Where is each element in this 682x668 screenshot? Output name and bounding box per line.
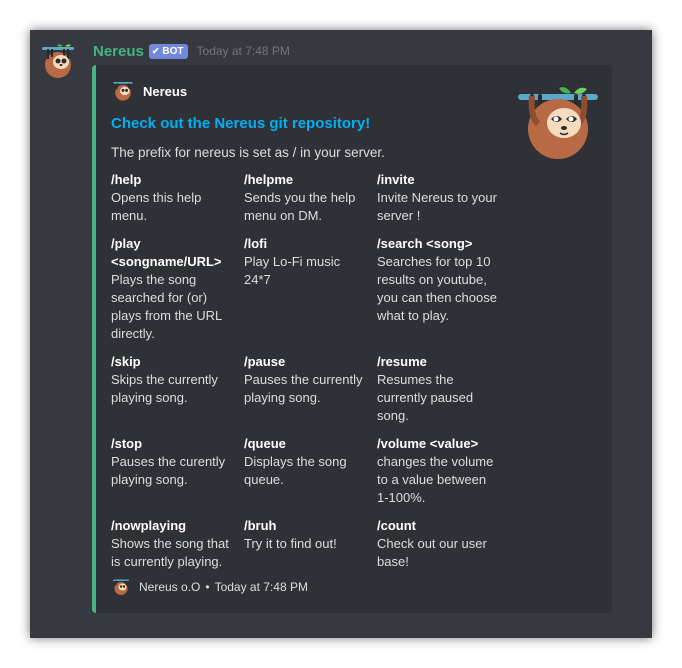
bot-badge: ✔ BOT — [148, 43, 188, 59]
field-bruh: /bruh Try it to find out! — [244, 517, 366, 553]
field-help: /help Opens this help menu. — [111, 171, 233, 225]
field-name: /stop — [111, 436, 143, 451]
field-name: /count — [377, 518, 416, 533]
field-value: Displays the song queue. — [244, 454, 347, 487]
bot-badge-label: BOT — [162, 45, 184, 57]
field-name: /helpme — [244, 172, 294, 187]
field-value: Play Lo-Fi music 24*7 — [244, 254, 341, 287]
field-pause: /pause Pauses the currently playing song… — [244, 353, 366, 407]
footer-timestamp: Today at 7:48 PM — [214, 580, 308, 594]
field-name: /help — [111, 172, 142, 187]
field-lofi: /lofi Play Lo-Fi music 24*7 — [244, 235, 366, 289]
field-value: Invite Nereus to your server ! — [377, 190, 497, 223]
embed-title-link[interactable]: Check out the Nereus git repository! — [111, 115, 370, 132]
embed-description: The prefix for nereus is set as / in you… — [111, 145, 385, 160]
field-value: Skips the currently playing song. — [111, 372, 218, 405]
field-count: /count Check out our user base! — [377, 517, 499, 571]
field-play: /play <songname/URL> Plays the song sear… — [111, 235, 233, 343]
field-name: /skip — [111, 354, 141, 369]
field-name: /play <songname/URL> — [111, 236, 222, 269]
field-name: /queue — [244, 436, 286, 451]
field-nowplaying: /nowplaying Shows the song that is curre… — [111, 517, 233, 571]
message-header: Nereus ✔ BOT Today at 7:48 PM — [93, 41, 290, 61]
field-value: Check out our user base! — [377, 536, 487, 569]
field-value: Pauses the currently playing song. — [244, 372, 363, 405]
field-name: /bruh — [244, 518, 277, 533]
field-value: Resumes the currently paused song. — [377, 372, 474, 423]
field-search: /search <song> Searches for top 10 resul… — [377, 235, 499, 325]
field-invite: /invite Invite Nereus to your server ! — [377, 171, 499, 225]
field-helpme: /helpme Sends you the help menu on DM. — [244, 171, 366, 225]
field-skip: /skip Skips the currently playing song. — [111, 353, 233, 407]
footer-text: Nereus o.O — [139, 580, 201, 594]
field-name: /pause — [244, 354, 286, 369]
field-volume: /volume <value> changes the volume to a … — [377, 435, 499, 507]
footer-sloth-icon — [113, 579, 129, 595]
sloth-avatar-icon[interactable] — [38, 42, 78, 82]
field-value: Searches for top 10 results on youtube, … — [377, 254, 497, 323]
field-value: Opens this help menu. — [111, 190, 202, 223]
footer-separator: • — [205, 580, 210, 594]
field-name: /resume — [377, 354, 427, 369]
field-name: /nowplaying — [111, 518, 187, 533]
username[interactable]: Nereus — [93, 43, 144, 60]
field-name: /invite — [377, 172, 415, 187]
author-sloth-icon — [113, 82, 133, 101]
field-value: Plays the song searched for (or) plays f… — [111, 272, 222, 341]
field-stop: /stop Pauses the curently playing song. — [111, 435, 233, 489]
field-value: Try it to find out! — [244, 536, 337, 551]
embed-author-name: Nereus — [143, 83, 188, 99]
field-resume: /resume Resumes the currently paused son… — [377, 353, 499, 425]
field-value: Pauses the curently playing song. — [111, 454, 226, 487]
field-name: /volume <value> — [377, 436, 479, 451]
embed-author: Nereus — [111, 79, 187, 103]
field-value: Shows the song that is currently playing… — [111, 536, 229, 569]
sloth-thumbnail-icon — [518, 87, 598, 159]
field-queue: /queue Displays the song queue. — [244, 435, 366, 489]
embed-footer: Nereus o.O • Today at 7:48 PM — [111, 577, 308, 597]
field-name: /lofi — [244, 236, 268, 251]
field-name: /search <song> — [377, 236, 473, 251]
message-timestamp[interactable]: Today at 7:48 PM — [197, 44, 290, 58]
discord-message-window: Nereus ✔ BOT Today at 7:48 PM Nereus Che… — [30, 30, 652, 638]
field-value: changes the volume to a value between 1-… — [377, 454, 494, 505]
verified-check-icon: ✔ — [151, 45, 160, 56]
field-value: Sends you the help menu on DM. — [244, 190, 356, 223]
embed-card: Nereus Check out the Nereus git reposito… — [92, 65, 612, 613]
